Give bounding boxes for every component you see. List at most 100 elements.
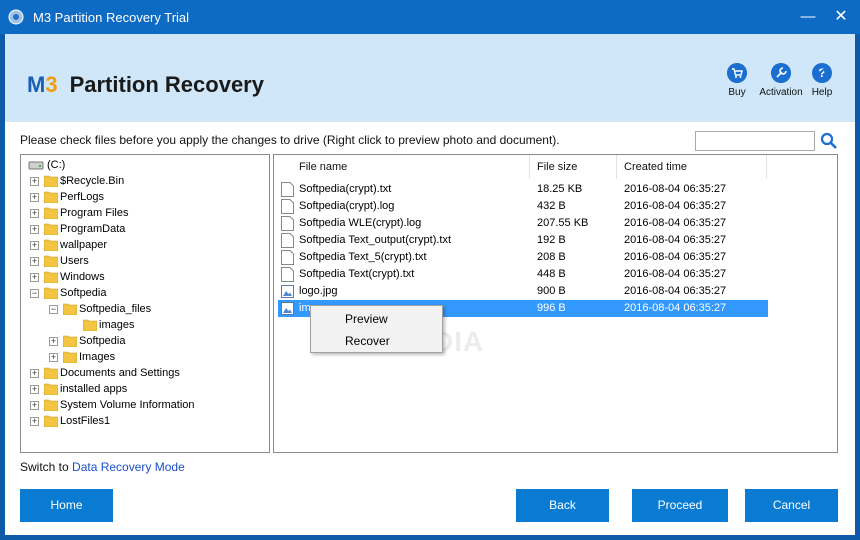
tree-item-label: Images	[79, 351, 116, 363]
column-header-time[interactable]: Created time	[617, 155, 767, 179]
expand-toggle[interactable]: +	[30, 177, 39, 186]
file-created-time: 2016-08-04 06:35:27	[624, 268, 727, 280]
file-row[interactable]: logo.jpg 900 B 2016-08-04 06:35:27	[278, 283, 768, 300]
tree-item[interactable]: − Softpedia	[30, 285, 260, 301]
folder-icon	[83, 319, 97, 331]
file-created-time: 2016-08-04 06:35:27	[624, 285, 727, 297]
cart-icon	[727, 63, 747, 83]
collapse-toggle[interactable]: −	[30, 289, 39, 298]
tree-item[interactable]: + $Recycle.Bin	[30, 173, 260, 189]
file-row[interactable]: Softpedia Text(crypt).txt 448 B 2016-08-…	[278, 266, 768, 283]
tree-item-label: Windows	[60, 271, 105, 283]
file-size: 207.55 KB	[537, 217, 589, 229]
file-list[interactable]: File name File size Created time Softped…	[273, 154, 838, 453]
folder-icon	[44, 367, 58, 379]
expand-toggle[interactable]: +	[49, 337, 58, 346]
file-row[interactable]: Softpedia(crypt).log 432 B 2016-08-04 06…	[278, 198, 768, 215]
expand-toggle[interactable]: +	[30, 241, 39, 250]
collapse-toggle[interactable]: −	[49, 305, 58, 314]
menu-item-recover[interactable]: Recover	[345, 334, 390, 348]
expand-toggle[interactable]: +	[30, 273, 39, 282]
expand-toggle[interactable]: +	[30, 401, 39, 410]
image-file-icon	[281, 302, 294, 315]
expand-toggle[interactable]: +	[30, 369, 39, 378]
file-row[interactable]: Softpedia(crypt).txt 18.25 KB 2016-08-04…	[278, 181, 768, 198]
document-icon	[281, 267, 294, 282]
tree-item-label: Softpedia	[79, 335, 126, 347]
tree-item[interactable]: + wallpaper	[30, 237, 260, 253]
folder-icon	[44, 255, 58, 267]
file-size: 996 B	[537, 302, 566, 314]
tree-item-label: PerfLogs	[60, 191, 105, 203]
expand-toggle[interactable]: +	[30, 225, 39, 234]
tree-item[interactable]: + Program Files	[30, 205, 260, 221]
context-menu: Preview Recover	[310, 305, 443, 353]
folder-icon	[63, 351, 77, 363]
tree-item[interactable]: + Softpedia	[49, 333, 264, 349]
file-created-time: 2016-08-04 06:35:27	[624, 251, 727, 263]
proceed-button[interactable]: Proceed	[632, 489, 728, 522]
app-icon	[8, 9, 24, 25]
tree-item[interactable]: + Users	[30, 253, 260, 269]
expand-toggle[interactable]: +	[30, 209, 39, 218]
home-button[interactable]: Home	[20, 489, 113, 522]
chevron-down-icon	[822, 69, 830, 74]
tree-item-label: $Recycle.Bin	[60, 175, 125, 187]
folder-icon	[44, 415, 58, 427]
close-button[interactable]: ✕	[831, 7, 851, 27]
tree-item-label: wallpaper	[60, 239, 108, 251]
file-size: 432 B	[537, 200, 566, 212]
document-icon	[281, 199, 294, 214]
tree-item[interactable]: images	[69, 317, 259, 333]
expand-toggle[interactable]: +	[30, 385, 39, 394]
tree-item[interactable]: + Documents and Settings	[30, 365, 265, 381]
help-label: Help	[811, 87, 833, 98]
tree-item[interactable]: + installed apps	[30, 381, 265, 397]
expand-toggle[interactable]: +	[30, 193, 39, 202]
tree-item-label: ProgramData	[60, 223, 126, 235]
search-input[interactable]	[695, 131, 815, 151]
tree-item-label: Softpedia_files	[79, 303, 152, 315]
folder-icon	[44, 383, 58, 395]
menu-item-preview[interactable]: Preview	[345, 312, 388, 326]
folder-icon	[44, 175, 58, 187]
tree-item[interactable]: + LostFiles1	[30, 413, 265, 429]
file-size: 208 B	[537, 251, 566, 263]
image-file-icon	[281, 285, 294, 298]
data-recovery-mode-link[interactable]: Data Recovery Mode	[72, 460, 185, 474]
file-created-time: 2016-08-04 06:35:27	[624, 302, 727, 314]
tree-item[interactable]: + ProgramData	[30, 221, 260, 237]
file-row[interactable]: Softpedia WLE(crypt).log 207.55 KB 2016-…	[278, 215, 768, 232]
logo-m: M	[27, 72, 46, 97]
folder-tree[interactable]: (C:) + $Recycle.Bin + PerfLogs + Program…	[20, 154, 270, 453]
file-row[interactable]: Softpedia Text_5(crypt).txt 208 B 2016-0…	[278, 249, 768, 266]
help-button[interactable]: ? Help	[796, 63, 848, 98]
expand-toggle[interactable]: +	[30, 417, 39, 426]
folder-icon	[44, 207, 58, 219]
tree-item[interactable]: + Images	[49, 349, 264, 365]
file-size: 448 B	[537, 268, 566, 280]
file-name: Softpedia Text_5(crypt).txt	[299, 251, 427, 263]
expand-toggle[interactable]: +	[49, 353, 58, 362]
column-header-name[interactable]: File name	[292, 155, 530, 179]
title-bar: M3 Partition Recovery Trial — ✕	[0, 0, 860, 34]
tree-item[interactable]: + System Volume Information	[30, 397, 265, 413]
tree-item-label: Documents and Settings	[60, 367, 180, 379]
document-icon	[281, 233, 294, 248]
expand-toggle[interactable]: +	[30, 257, 39, 266]
tree-root-drive[interactable]: (C:)	[25, 157, 265, 173]
tree-item-label: installed apps	[60, 383, 128, 395]
folder-open-icon	[63, 303, 77, 315]
back-button[interactable]: Back	[516, 489, 609, 522]
tree-item[interactable]: − Softpedia_files	[49, 301, 264, 317]
minimize-button[interactable]: —	[798, 7, 818, 27]
cancel-button[interactable]: Cancel	[745, 489, 838, 522]
folder-icon	[44, 271, 58, 283]
search-icon[interactable]	[820, 132, 838, 150]
document-icon	[281, 182, 294, 197]
column-header-size[interactable]: File size	[530, 155, 617, 179]
tree-item[interactable]: + PerfLogs	[30, 189, 260, 205]
file-row[interactable]: Softpedia Text_output(crypt).txt 192 B 2…	[278, 232, 768, 249]
switch-prefix: Switch to	[20, 460, 69, 474]
tree-item[interactable]: + Windows	[30, 269, 260, 285]
